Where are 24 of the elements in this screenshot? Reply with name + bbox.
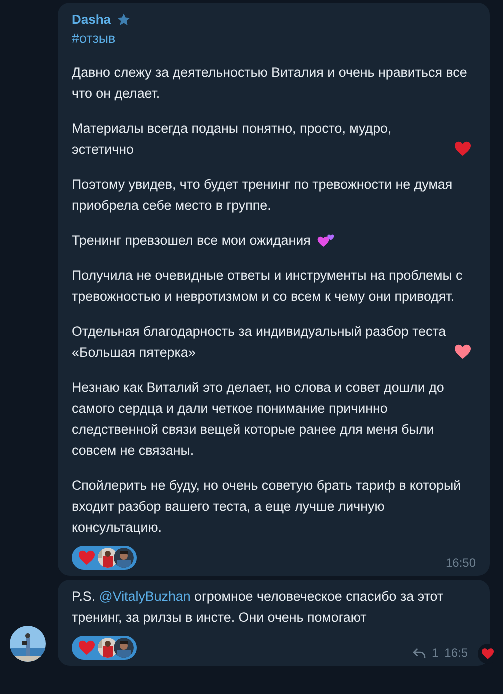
mention-link[interactable]: @VitalyBuzhan: [99, 589, 191, 604]
hashtag-link[interactable]: #отзыв: [72, 30, 476, 48]
message-time: 16:5: [444, 646, 468, 660]
message-paragraph: Поэтому увидев, что будет тренинг по тревожности не думая приобрела себе место в группе.: [72, 176, 454, 215]
message-paragraph: Давно слежу за деятельностью Виталия и очень нравиться все что он делает.: [72, 64, 468, 103]
heart-icon: [454, 344, 472, 360]
heart-icon: [481, 648, 495, 660]
message-paragraph: Материалы всегда поданы понятно, просто, мудро, эстетично: [72, 120, 393, 159]
reply-icon: [412, 648, 426, 658]
reaction-button[interactable]: [72, 636, 137, 660]
heart-icon: [454, 141, 472, 157]
author-name[interactable]: Dasha: [72, 12, 112, 27]
two-hearts-icon: [316, 233, 335, 248]
message-text: P.S. @VitalyBuzhan огромное человеческое спасибо за этот тренинг, за рилзы в инсте. Они очень помогают: [72, 588, 445, 627]
reply-count[interactable]: 1: [432, 646, 439, 660]
message-time: 16:50: [446, 556, 476, 570]
heart-icon: [78, 640, 96, 656]
message-paragraph: Спойлерить не буду, но очень советую брать тариф в который входит разбор вашего теста, а еще лучше личную консультацию.: [72, 477, 462, 537]
message-paragraph: Отдельная благодарность за индивидуальный разбор теста «Большая пятерка»: [72, 323, 448, 362]
heart-icon: [78, 550, 96, 566]
reaction-button[interactable]: [72, 546, 137, 570]
message-paragraph: Получила не очевидные ответы и инструменты на проблемы с тревожностью и невротизмом и со всем к чему они приводят.: [72, 267, 464, 306]
message-paragraph: Тренинг превзошел все мои ожидания: [72, 232, 311, 250]
message-paragraph: Незнаю как Виталий это делает, но слова и совет дошли до самого сердца и дали четкое понимание причинно следственной связи вещей которые ранее для меня были совсем не связаны.: [72, 379, 446, 460]
